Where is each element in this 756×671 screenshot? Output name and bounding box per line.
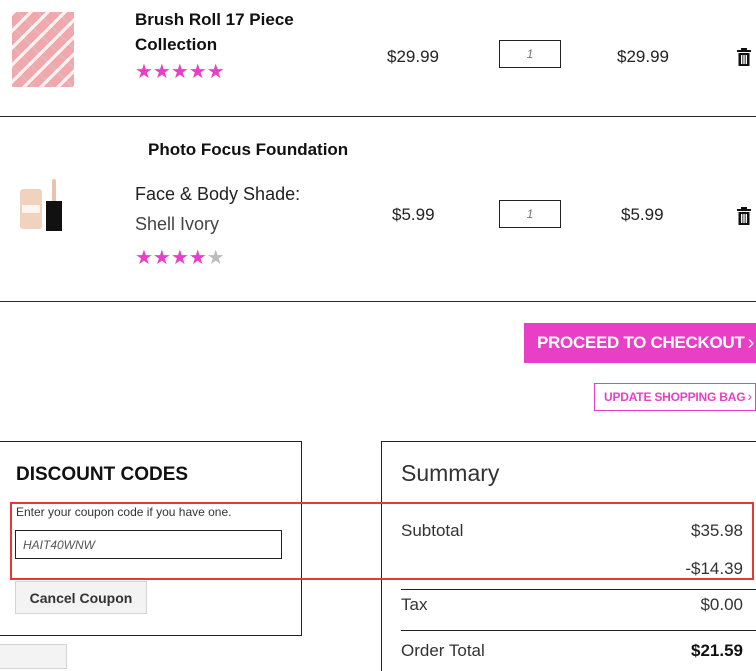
- rating-filled-stars: ★★★★★: [135, 61, 225, 83]
- chevron-right-icon: ›: [747, 332, 755, 354]
- coupon-hint-text: Enter your coupon code if you have one.: [16, 505, 232, 519]
- discount-codes-title: DISCOUNT CODES: [16, 464, 189, 485]
- row-divider: [0, 116, 756, 117]
- chevron-right-icon: ›: [747, 388, 753, 404]
- rating-stars: ★★★★★: [135, 248, 225, 268]
- discount-value: -$14.39: [685, 559, 743, 578]
- row-divider: [0, 301, 756, 302]
- quantity-input[interactable]: [499, 200, 561, 228]
- item-total: $29.99: [617, 47, 669, 66]
- tax-label: Tax: [401, 595, 428, 614]
- item-name-foundation[interactable]: Photo Focus Foundation: [148, 137, 348, 162]
- proceed-to-checkout-button[interactable]: PROCEED TO CHECKOUT ›: [524, 323, 756, 363]
- brush-roll-thumbnail[interactable]: [12, 12, 74, 87]
- trash-icon[interactable]: [737, 48, 751, 66]
- item-name-line1[interactable]: Brush Roll 17 Piece: [135, 7, 294, 32]
- subtotal-value: $35.98: [691, 521, 743, 540]
- coupon-code-input[interactable]: [15, 530, 282, 559]
- quantity-input[interactable]: [499, 40, 561, 68]
- checkout-button-label: PROCEED TO CHECKOUT: [537, 333, 745, 352]
- secondary-button[interactable]: [0, 644, 67, 669]
- item-price: $29.99: [387, 47, 439, 66]
- foundation-thumbnail[interactable]: [12, 175, 74, 240]
- order-total-label: Order Total: [401, 641, 485, 660]
- cancel-coupon-button[interactable]: Cancel Coupon: [15, 581, 147, 614]
- summary-title: Summary: [401, 460, 500, 486]
- rating-empty-stars: ★: [206, 247, 225, 269]
- rating-stars: ★★★★★: [135, 62, 225, 82]
- item-name-line2[interactable]: Collection: [135, 32, 294, 57]
- summary-divider: [401, 589, 756, 590]
- update-shopping-bag-button[interactable]: UPDATE SHOPPING BAG ›: [594, 383, 756, 411]
- update-button-label: UPDATE SHOPPING BAG: [604, 390, 746, 404]
- item-price: $5.99: [392, 205, 435, 224]
- shade-value: Shell Ivory: [135, 214, 220, 234]
- summary-divider: [401, 630, 756, 631]
- item-total: $5.99: [621, 205, 664, 224]
- item-name-brush-roll[interactable]: Brush Roll 17 Piece Collection: [135, 7, 294, 57]
- order-total-value: $21.59: [691, 641, 743, 660]
- shade-label: Face & Body Shade:: [135, 184, 301, 204]
- subtotal-label: Subtotal: [401, 521, 464, 540]
- tax-value: $0.00: [700, 595, 743, 614]
- rating-filled-stars: ★★★★: [135, 247, 207, 269]
- trash-icon[interactable]: [737, 207, 751, 225]
